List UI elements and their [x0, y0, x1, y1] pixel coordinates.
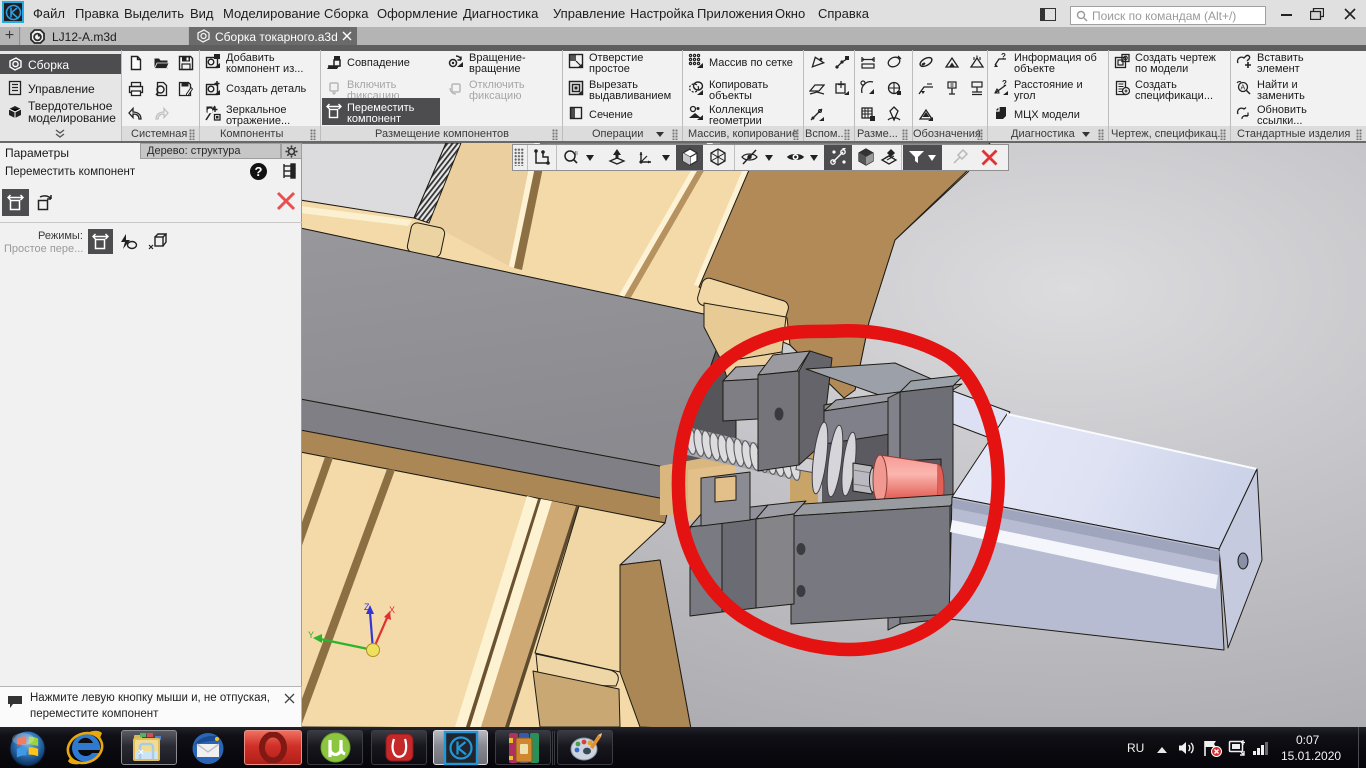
svg-text:?: ?: [1002, 80, 1007, 88]
svg-text:Z: Z: [364, 602, 370, 612]
svg-text:?: ?: [1001, 53, 1006, 61]
svg-text:A: A: [1241, 85, 1246, 92]
svg-text:X: X: [389, 605, 395, 615]
svg-text:Y: Y: [308, 630, 314, 640]
